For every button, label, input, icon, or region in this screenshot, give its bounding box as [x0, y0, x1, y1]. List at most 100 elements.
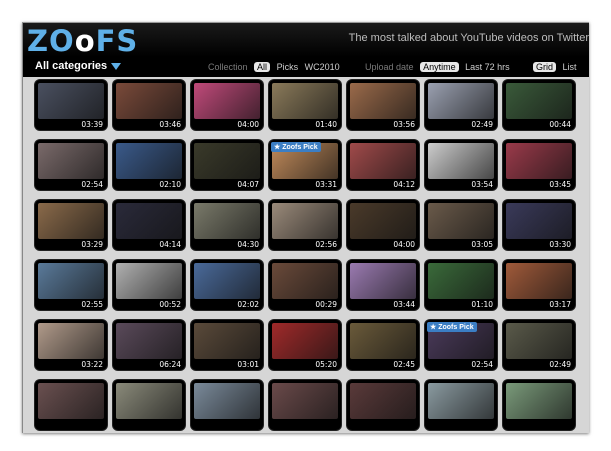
video-thumbnail[interactable]: 03:01 [191, 320, 263, 370]
video-preview-image [272, 323, 338, 359]
logo-text-end: FS [95, 24, 139, 58]
video-duration: 00:44 [549, 120, 571, 129]
video-thumbnail[interactable]: 03:05 [425, 200, 497, 250]
video-thumbnail[interactable]: 00:29 [269, 260, 341, 310]
video-preview-image [194, 143, 260, 179]
video-thumbnail[interactable]: ★ Zoofs Pick 03:31 [269, 140, 341, 190]
video-duration: 03:05 [471, 240, 493, 249]
site-tagline: The most talked about YouTube videos on … [348, 32, 589, 44]
video-thumbnail[interactable]: 04:07 [191, 140, 263, 190]
video-thumbnail[interactable]: 03:56 [347, 80, 419, 130]
video-thumbnail[interactable] [347, 380, 419, 430]
video-thumbnail[interactable]: 04:00 [191, 80, 263, 130]
upload-option-last-72-hrs[interactable]: Last 72 hrs [465, 62, 510, 72]
video-duration: 03:01 [237, 360, 259, 369]
video-duration: 03:54 [471, 180, 493, 189]
video-thumbnail[interactable]: 03:29 [35, 200, 107, 250]
video-preview-image [38, 383, 104, 419]
video-thumbnail[interactable]: 06:24 [113, 320, 185, 370]
video-thumbnail[interactable]: 04:30 [191, 200, 263, 250]
video-thumbnail[interactable] [191, 380, 263, 430]
zoofs-logo[interactable]: ZOoFS [27, 24, 138, 58]
video-thumbnail[interactable]: ★ Zoofs Pick 02:54 [425, 320, 497, 370]
collection-label: Collection [208, 62, 248, 72]
video-duration: 03:45 [549, 180, 571, 189]
video-thumbnail[interactable]: 03:30 [503, 200, 575, 250]
video-preview-image [272, 83, 338, 119]
video-thumbnail[interactable]: 02:56 [269, 200, 341, 250]
video-preview-image [350, 383, 416, 419]
video-thumbnail[interactable]: 02:02 [191, 260, 263, 310]
video-duration: 02:49 [549, 360, 571, 369]
video-thumbnail[interactable]: 02:54 [35, 140, 107, 190]
video-thumbnail[interactable]: 04:12 [347, 140, 419, 190]
video-preview-image [506, 263, 572, 299]
video-duration: 04:00 [393, 240, 415, 249]
video-preview-image [116, 203, 182, 239]
video-thumbnail[interactable]: 03:39 [35, 80, 107, 130]
video-thumbnail[interactable]: 03:46 [113, 80, 185, 130]
video-thumbnail[interactable]: 00:52 [113, 260, 185, 310]
video-preview-image [116, 323, 182, 359]
video-preview-image [38, 323, 104, 359]
video-preview-image [272, 203, 338, 239]
video-preview-image [350, 203, 416, 239]
video-thumbnail[interactable]: 04:00 [347, 200, 419, 250]
video-duration: 04:14 [159, 240, 181, 249]
video-thumbnail[interactable]: 02:49 [503, 320, 575, 370]
video-duration: 05:20 [315, 360, 337, 369]
video-duration: 03:31 [315, 180, 337, 189]
video-preview-image [428, 83, 494, 119]
video-duration: 02:54 [471, 360, 493, 369]
video-duration: 01:40 [315, 120, 337, 129]
category-dropdown[interactable]: All categories [35, 60, 122, 72]
video-preview-image [506, 203, 572, 239]
video-thumbnail[interactable] [113, 380, 185, 430]
video-thumbnail[interactable]: 03:17 [503, 260, 575, 310]
filter-toolbar: All categories Collection All Picks WC20… [23, 57, 589, 77]
video-duration: 03:44 [393, 300, 415, 309]
video-duration: 02:49 [471, 120, 493, 129]
video-thumbnail[interactable]: 02:49 [425, 80, 497, 130]
video-thumbnail[interactable]: 00:44 [503, 80, 575, 130]
collection-option-all[interactable]: All [254, 62, 271, 72]
video-thumbnail[interactable] [425, 380, 497, 430]
collection-option-wc2010[interactable]: WC2010 [305, 62, 340, 72]
video-duration: 03:39 [81, 120, 103, 129]
video-thumbnail[interactable]: 02:45 [347, 320, 419, 370]
video-thumbnail[interactable]: 01:10 [425, 260, 497, 310]
video-duration: 03:29 [81, 240, 103, 249]
video-duration: 04:07 [237, 180, 259, 189]
video-duration: 00:29 [315, 300, 337, 309]
video-thumbnail[interactable]: 01:40 [269, 80, 341, 130]
video-preview-image [38, 203, 104, 239]
video-thumbnail[interactable]: 02:55 [35, 260, 107, 310]
video-thumbnail[interactable]: 03:54 [425, 140, 497, 190]
collection-option-picks[interactable]: Picks [277, 62, 299, 72]
chevron-down-icon [111, 62, 122, 70]
video-thumbnail[interactable] [35, 380, 107, 430]
video-duration: 03:56 [393, 120, 415, 129]
video-duration: 04:12 [393, 180, 415, 189]
video-thumbnail[interactable] [269, 380, 341, 430]
video-thumbnail[interactable]: 03:22 [35, 320, 107, 370]
video-preview-image [350, 83, 416, 119]
view-toggle: Grid List [533, 62, 581, 72]
video-thumbnail[interactable]: 03:45 [503, 140, 575, 190]
view-option-grid[interactable]: Grid [533, 62, 557, 72]
upload-option-anytime[interactable]: Anytime [420, 62, 459, 72]
logo-text: ZO [27, 24, 75, 58]
video-preview-image [116, 263, 182, 299]
video-thumbnail[interactable]: 05:20 [269, 320, 341, 370]
video-thumbnail[interactable]: 03:44 [347, 260, 419, 310]
video-preview-image [428, 203, 494, 239]
video-preview-image [194, 263, 260, 299]
video-thumbnail[interactable]: 04:14 [113, 200, 185, 250]
video-duration: 06:24 [159, 360, 181, 369]
upload-date-filter: Upload date Anytime Last 72 hrs [365, 62, 514, 72]
video-thumbnail[interactable]: 02:10 [113, 140, 185, 190]
video-duration: 04:00 [237, 120, 259, 129]
video-thumbnail[interactable] [503, 380, 575, 430]
video-duration: 02:56 [315, 240, 337, 249]
view-option-list[interactable]: List [563, 62, 577, 72]
